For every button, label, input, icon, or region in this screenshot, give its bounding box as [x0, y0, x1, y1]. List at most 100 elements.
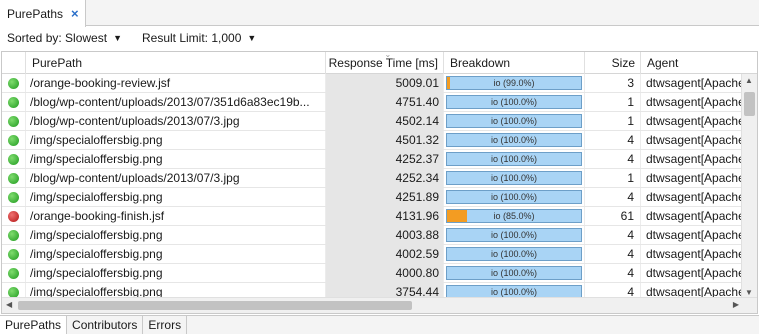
- breakdown-bar: io (100.0%): [446, 247, 582, 261]
- breakdown-cell: io (85.0%): [444, 207, 585, 225]
- status-cell: [2, 112, 26, 130]
- ok-status-icon: [8, 229, 19, 241]
- status-cell: [2, 93, 26, 111]
- size-cell: 4: [585, 188, 641, 206]
- breakdown-label: io (100.0%): [490, 268, 538, 278]
- table-row[interactable]: /img/specialoffersbig.png 4003.88 io (100.…: [2, 226, 743, 245]
- scroll-down-icon[interactable]: ▼: [745, 288, 753, 297]
- agent-cell: dtwsagent[Apache: [646, 133, 743, 147]
- purepath-cell: /img/specialoffersbig.png: [26, 150, 326, 168]
- breakdown-cell: io (100.0%): [444, 264, 585, 282]
- status-cell: [2, 264, 26, 282]
- scroll-right-icon[interactable]: ▶: [733, 300, 739, 309]
- ok-status-icon: [8, 153, 19, 165]
- table-row[interactable]: /blog/wp-content/uploads/2013/07/351d6a8…: [2, 93, 743, 112]
- breakdown-label: io (100.0%): [490, 249, 538, 259]
- bottom-tab-purepaths[interactable]: PurePaths: [0, 316, 68, 334]
- table-row[interactable]: /orange-booking-review.jsf 5009.01 io (99.…: [2, 74, 743, 93]
- response-time-column-label: Response Time [ms]: [328, 56, 438, 70]
- breakdown-column-label: Breakdown: [450, 56, 511, 70]
- sort-dropdown[interactable]: Sorted by: Slowest ▼: [7, 31, 122, 45]
- bottom-tab-bar: PurePaths Contributors Errors: [0, 315, 759, 334]
- table-row[interactable]: /img/specialoffersbig.png 4501.32 io (100.…: [2, 131, 743, 150]
- agent-cell: dtwsagent[Apache: [646, 114, 743, 128]
- horizontal-scrollbar[interactable]: ◀ ▶: [2, 297, 757, 313]
- horizontal-scroll-thumb[interactable]: [18, 301, 412, 310]
- size-cell: 1: [585, 112, 641, 130]
- agent-cell: dtwsagent[Apache: [646, 171, 743, 185]
- agent-cell: dtwsagent[Apache: [646, 209, 743, 223]
- breakdown-column-header[interactable]: Breakdown: [444, 52, 585, 74]
- purepath-cell: /img/specialoffersbig.png: [26, 131, 326, 149]
- close-icon[interactable]: ×: [71, 6, 79, 21]
- breakdown-bar: io (100.0%): [446, 152, 582, 166]
- breakdown-other-segment: [447, 77, 450, 89]
- size-column-header[interactable]: Size: [585, 52, 641, 74]
- table-row[interactable]: /img/specialoffersbig.png 4251.89 io (100.…: [2, 188, 743, 207]
- scroll-left-icon[interactable]: ◀: [6, 300, 12, 309]
- table-row[interactable]: /img/specialoffersbig.png 4252.37 io (100.…: [2, 150, 743, 169]
- breakdown-bar: io (100.0%): [446, 228, 582, 242]
- table-row[interactable]: /img/specialoffersbig.png 4000.80 io (100.…: [2, 264, 743, 283]
- agent-cell: dtwsagent[Apache: [646, 95, 743, 109]
- response-time-cell: 4501.32: [326, 131, 444, 149]
- table-row[interactable]: /img/specialoffersbig.png 4002.59 io (100.…: [2, 245, 743, 264]
- purepath-cell: /blog/wp-content/uploads/2013/07/351d6a8…: [26, 93, 326, 111]
- chevron-down-icon: ▼: [247, 33, 257, 43]
- purepath-cell: /orange-booking-review.jsf: [26, 74, 326, 92]
- agent-column-header[interactable]: Agent: [641, 52, 757, 74]
- breakdown-bar: io (100.0%): [446, 190, 582, 204]
- breakdown-label: io (100.0%): [490, 154, 538, 164]
- status-column-header[interactable]: [2, 52, 26, 74]
- purepath-cell: /img/specialoffersbig.png: [26, 264, 326, 282]
- ok-status-icon: [8, 191, 19, 203]
- breakdown-cell: io (100.0%): [444, 131, 585, 149]
- breakdown-other-segment: [447, 210, 468, 222]
- response-time-cell: 4002.59: [326, 245, 444, 263]
- table-row[interactable]: /blog/wp-content/uploads/2013/07/3.jpg 42…: [2, 169, 743, 188]
- bottom-tab-contributors[interactable]: Contributors: [67, 316, 144, 334]
- status-cell: [2, 131, 26, 149]
- breakdown-label: io (100.0%): [490, 192, 538, 202]
- vertical-scroll-thumb[interactable]: [744, 92, 755, 116]
- ok-status-icon: [8, 96, 19, 108]
- purepath-cell: /img/specialoffersbig.png: [26, 188, 326, 206]
- response-time-cell: 4251.89: [326, 188, 444, 206]
- purepath-column-header[interactable]: PurePath: [26, 52, 326, 74]
- size-cell: 4: [585, 150, 641, 168]
- agent-cell: dtwsagent[Apache: [646, 266, 743, 280]
- size-cell: 4: [585, 264, 641, 282]
- toolbar: Sorted by: Slowest ▼ Result Limit: 1,000…: [0, 27, 759, 49]
- view-tab-bar: PurePaths ×: [0, 0, 759, 27]
- purepaths-view-tab[interactable]: PurePaths ×: [0, 0, 86, 27]
- sort-label: Sorted by: Slowest: [7, 31, 108, 45]
- breakdown-label: io (100.0%): [490, 135, 538, 145]
- agent-cell: dtwsagent[Apache: [646, 152, 743, 166]
- response-time-cell: 4252.37: [326, 150, 444, 168]
- ok-status-icon: [8, 267, 19, 279]
- breakdown-bar: io (100.0%): [446, 95, 582, 109]
- result-limit-label: Result Limit: 1,000: [141, 31, 242, 45]
- purepath-column-label: PurePath: [32, 56, 83, 70]
- table-row[interactable]: /orange-booking-finish.jsf 4131.96 io (85.…: [2, 207, 743, 226]
- result-limit-dropdown[interactable]: Result Limit: 1,000 ▼: [142, 31, 256, 45]
- breakdown-label: io (100.0%): [490, 230, 538, 240]
- ok-status-icon: [8, 172, 19, 184]
- scroll-up-icon[interactable]: ▲: [745, 76, 753, 85]
- breakdown-cell: io (100.0%): [444, 188, 585, 206]
- status-cell: [2, 169, 26, 187]
- response-time-cell: 4252.34: [326, 169, 444, 187]
- breakdown-label: io (100.0%): [490, 97, 538, 107]
- response-time-cell: 4000.80: [326, 264, 444, 282]
- size-cell: 4: [585, 245, 641, 263]
- bottom-tab-errors[interactable]: Errors: [143, 316, 188, 334]
- sort-indicator-icon: ⌄: [384, 51, 392, 59]
- breakdown-label: io (100.0%): [490, 173, 538, 183]
- purepath-cell: /blog/wp-content/uploads/2013/07/3.jpg: [26, 112, 326, 130]
- status-cell: [2, 207, 26, 225]
- table-row[interactable]: /blog/wp-content/uploads/2013/07/3.jpg 45…: [2, 112, 743, 131]
- breakdown-cell: io (100.0%): [444, 245, 585, 263]
- agent-cell: dtwsagent[Apache: [646, 76, 743, 90]
- vertical-scrollbar[interactable]: ▲ ▼: [741, 74, 757, 299]
- response-time-column-header[interactable]: ⌄ Response Time [ms]: [326, 52, 444, 74]
